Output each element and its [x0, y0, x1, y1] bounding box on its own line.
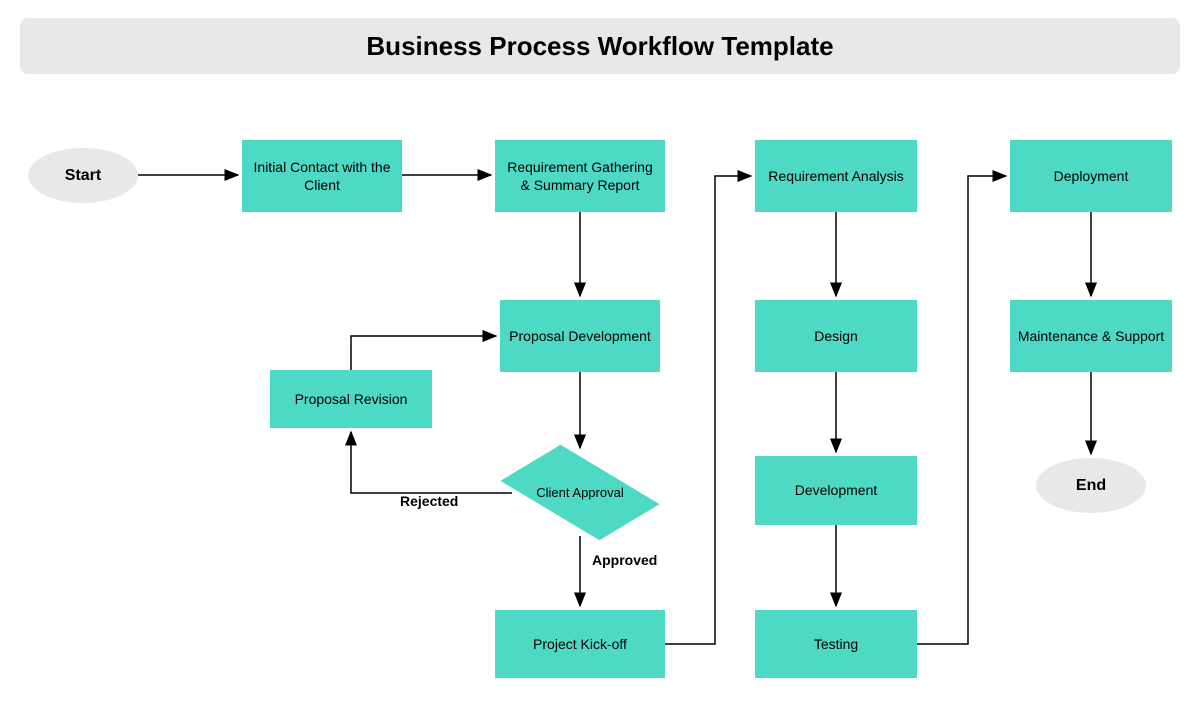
deployment-node: Deployment: [1010, 140, 1172, 212]
title-bar: Business Process Workflow Template: [20, 18, 1180, 74]
requirement-analysis-label: Requirement Analysis: [768, 167, 903, 185]
start-node: Start: [28, 148, 138, 203]
requirement-gathering-label: Requirement Gathering & Summary Report: [501, 158, 659, 194]
design-node: Design: [755, 300, 917, 372]
design-label: Design: [814, 327, 858, 345]
development-node: Development: [755, 456, 917, 525]
testing-label: Testing: [814, 635, 858, 653]
initial-contact-label: Initial Contact with the Client: [248, 158, 396, 194]
deployment-label: Deployment: [1054, 167, 1129, 185]
page-title: Business Process Workflow Template: [366, 31, 833, 62]
proposal-development-node: Proposal Development: [500, 300, 660, 372]
end-node: End: [1036, 458, 1146, 513]
development-label: Development: [795, 481, 878, 499]
approved-label: Approved: [592, 552, 657, 568]
proposal-revision-label: Proposal Revision: [295, 390, 408, 408]
requirement-analysis-node: Requirement Analysis: [755, 140, 917, 212]
client-approval-label: Client Approval: [536, 485, 623, 501]
flowchart-canvas: Business Process Workflow Template Start…: [0, 0, 1200, 706]
maintenance-node: Maintenance & Support: [1010, 300, 1172, 372]
testing-node: Testing: [755, 610, 917, 678]
requirement-gathering-node: Requirement Gathering & Summary Report: [495, 140, 665, 212]
end-label: End: [1076, 477, 1106, 495]
initial-contact-node: Initial Contact with the Client: [242, 140, 402, 212]
proposal-development-label: Proposal Development: [509, 327, 651, 345]
rejected-label: Rejected: [400, 493, 458, 509]
maintenance-label: Maintenance & Support: [1018, 327, 1164, 345]
project-kickoff-label: Project Kick-off: [533, 635, 627, 653]
project-kickoff-node: Project Kick-off: [495, 610, 665, 678]
client-approval-node: Client Approval: [510, 450, 650, 535]
proposal-revision-node: Proposal Revision: [270, 370, 432, 428]
start-label: Start: [65, 167, 101, 185]
